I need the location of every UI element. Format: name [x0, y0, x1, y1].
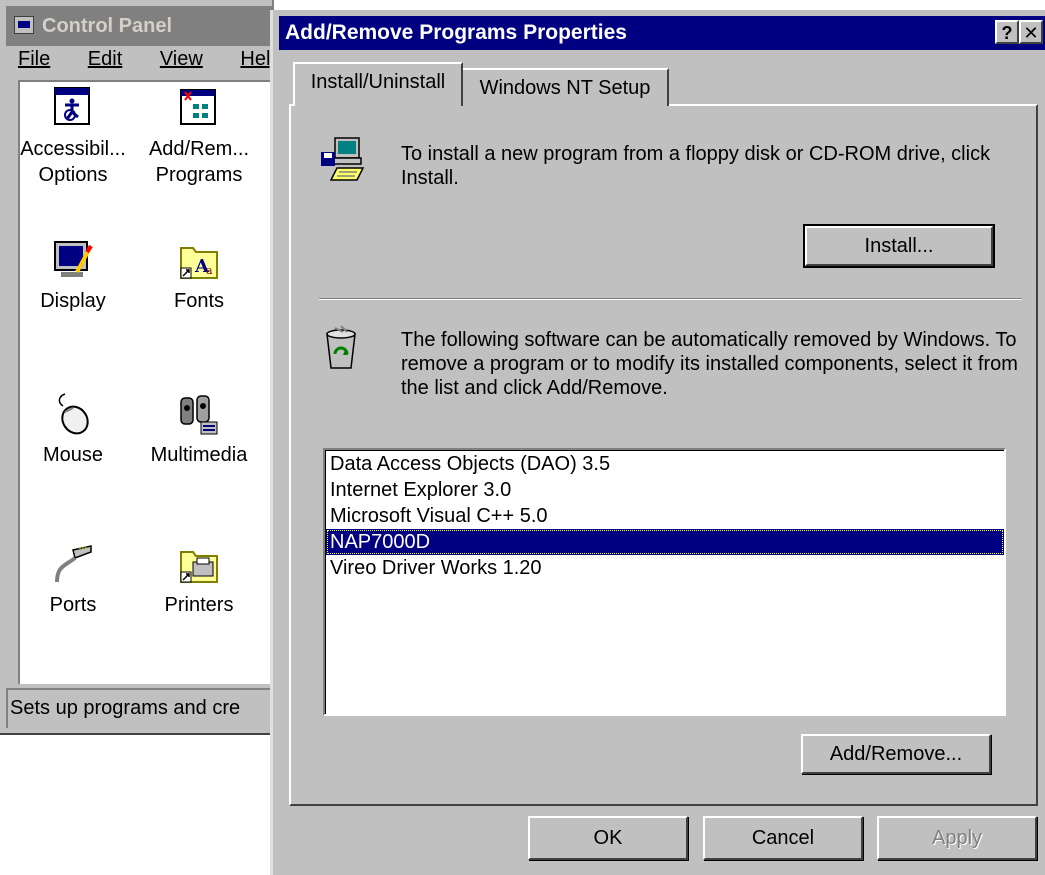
cp-item-label: Fonts: [173, 290, 225, 312]
add-remove-programs-icon: [177, 86, 221, 130]
ok-button[interactable]: OK: [528, 816, 688, 860]
recycle-bin-icon: [321, 325, 361, 370]
add-remove-button[interactable]: Add/Remove...: [801, 734, 991, 774]
list-item[interactable]: Internet Explorer 3.0: [326, 477, 1004, 503]
cp-item-multimedia[interactable]: Multimedia: [140, 392, 258, 468]
dialog-title: Add/Remove Programs Properties: [285, 21, 627, 44]
dialog-title-bar[interactable]: Add/Remove Programs Properties ? ✕: [279, 16, 1045, 50]
printers-icon: [177, 542, 221, 586]
control-panel-icon: [14, 16, 34, 34]
add-remove-button-label: Add/Remove...: [829, 743, 963, 765]
accessibility-icon: [51, 86, 95, 130]
install-uninstall-panel: To install a new program from a floppy d…: [289, 104, 1038, 806]
menu-edit[interactable]: Edit: [82, 48, 132, 71]
control-panel-menu-bar: File Edit View Help: [6, 48, 274, 78]
cancel-button[interactable]: Cancel: [703, 816, 863, 860]
control-panel-title: Control Panel: [42, 15, 173, 37]
cp-item-label: Add/Rem... Programs: [148, 138, 250, 186]
cp-item-label: Accessibil... Options: [20, 138, 126, 186]
cp-item-label: Printers: [164, 594, 234, 616]
control-panel-icon-view: Accessibil... Options Add/Rem... Program…: [18, 80, 274, 684]
list-item[interactable]: Data Access Objects (DAO) 3.5: [326, 451, 1004, 477]
separator: [319, 298, 1022, 300]
cp-item-label: Ports: [49, 594, 97, 616]
cp-item-fonts[interactable]: A a Fonts: [140, 238, 258, 314]
cp-item-ports[interactable]: Ports: [20, 542, 132, 618]
mouse-icon: [51, 392, 95, 436]
menu-help[interactable]: Help: [234, 48, 274, 71]
install-computer-icon: [319, 136, 367, 184]
control-panel-status-bar: Sets up programs and cre: [6, 688, 274, 728]
ok-button-label: OK: [593, 827, 623, 849]
control-panel-window: Control Panel File Edit View Help Access…: [0, 0, 274, 735]
cp-item-add-remove-programs[interactable]: Add/Rem... Programs: [140, 86, 258, 188]
fonts-icon: A a: [177, 238, 221, 282]
menu-file[interactable]: File: [12, 48, 60, 71]
cp-item-display[interactable]: Display: [20, 238, 132, 314]
cp-item-label: Display: [40, 290, 106, 312]
install-button-label: Install...: [864, 235, 934, 257]
display-icon: [51, 238, 95, 282]
multimedia-icon: [177, 392, 221, 436]
help-button[interactable]: ?: [995, 20, 1019, 44]
cp-item-mouse[interactable]: Mouse: [20, 392, 132, 468]
menu-view[interactable]: View: [154, 48, 213, 71]
cp-item-printers[interactable]: Printers: [140, 542, 258, 618]
tab-windows-nt-setup[interactable]: Windows NT Setup: [461, 68, 669, 106]
tab-install-uninstall[interactable]: Install/Uninstall: [293, 62, 463, 106]
apply-button-label: Apply: [931, 827, 983, 849]
ports-icon: [51, 542, 95, 586]
close-button[interactable]: ✕: [1019, 20, 1043, 44]
installed-programs-list[interactable]: Data Access Objects (DAO) 3.5 Internet E…: [323, 448, 1006, 716]
add-remove-programs-dialog: Add/Remove Programs Properties ? ✕ Insta…: [270, 10, 1045, 875]
install-button[interactable]: Install...: [803, 224, 995, 268]
cancel-button-label: Cancel: [751, 827, 815, 849]
apply-button[interactable]: Apply: [877, 816, 1037, 860]
svg-text:a: a: [206, 264, 213, 277]
control-panel-title-bar[interactable]: Control Panel: [6, 6, 274, 46]
list-item[interactable]: Microsoft Visual C++ 5.0: [326, 503, 1004, 529]
cp-item-label: Mouse: [42, 444, 104, 466]
remove-instructions: The following software can be automatica…: [401, 329, 1018, 399]
cp-item-accessibility[interactable]: Accessibil... Options: [20, 86, 132, 188]
list-item[interactable]: Vireo Driver Works 1.20: [326, 555, 1004, 581]
list-item-selected[interactable]: NAP7000D: [326, 529, 1004, 555]
install-instructions: To install a new program from a floppy d…: [401, 143, 991, 189]
cp-item-label: Multimedia: [150, 444, 248, 466]
